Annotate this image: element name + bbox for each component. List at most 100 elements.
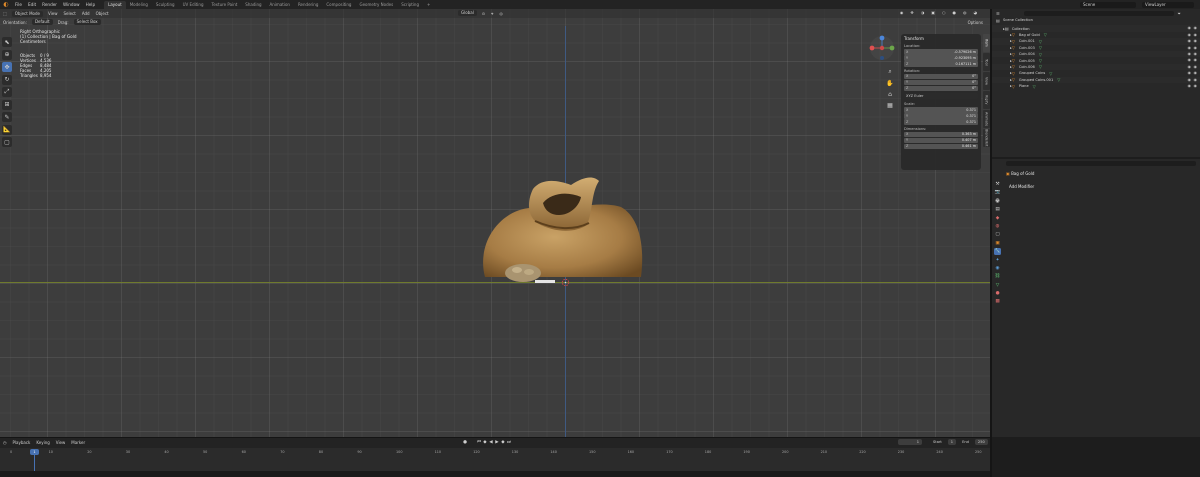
scale-tool-icon[interactable]: ⤢: [2, 87, 12, 97]
shading-material-icon[interactable]: ◍: [960, 10, 970, 15]
collection-properties-icon[interactable]: ▢: [994, 231, 1001, 238]
add-modifier-button[interactable]: Add Modifier: [1006, 183, 1192, 190]
tool-properties-icon[interactable]: ⚒: [994, 181, 1001, 188]
physics-properties-icon[interactable]: ◉: [994, 265, 1001, 272]
add-workspace-icon[interactable]: +: [423, 1, 434, 9]
sidebar-tab-view[interactable]: View: [983, 72, 990, 90]
camera-toggle-icon[interactable]: ◉: [1188, 77, 1192, 82]
annotate-tool-icon[interactable]: ✎: [2, 112, 12, 122]
tab-compositing[interactable]: Compositing: [322, 1, 355, 9]
shading-solid-icon[interactable]: ●: [950, 10, 960, 15]
rotation-mode-dropdown[interactable]: XYZ Euler: [904, 93, 978, 99]
end-frame-field[interactable]: 250: [974, 439, 988, 445]
scene-properties-icon[interactable]: ◆: [994, 215, 1001, 222]
tab-shading[interactable]: Shading: [241, 1, 265, 9]
menu-edit[interactable]: Edit: [25, 2, 39, 7]
modifier-properties-icon[interactable]: 🔧: [994, 248, 1001, 256]
tab-rendering[interactable]: Rendering: [294, 1, 322, 9]
cursor-tool-icon[interactable]: ⊕: [2, 49, 12, 60]
camera-toggle-icon[interactable]: ◉: [1188, 64, 1192, 69]
active-object-name[interactable]: ▣ Bag of Gold: [1006, 171, 1034, 176]
constraints-properties-icon[interactable]: ⛓: [994, 273, 1001, 280]
gizmo-icon[interactable]: ✥: [907, 10, 916, 15]
snap-icon[interactable]: ⌖: [488, 11, 496, 16]
visibility-icon[interactable]: ◉: [897, 10, 907, 15]
viewport-menu-select[interactable]: Select: [60, 11, 78, 16]
timeline-menu-playback[interactable]: Playback: [10, 440, 34, 445]
properties-search-input[interactable]: [1006, 160, 1196, 166]
tab-animation[interactable]: Animation: [266, 1, 294, 9]
visibility-eye-icon[interactable]: ◉: [1194, 32, 1198, 37]
camera-toggle-icon[interactable]: ◉: [1188, 83, 1192, 88]
visibility-eye-icon[interactable]: ◉: [1194, 83, 1198, 88]
camera-view-icon[interactable]: ⌂: [886, 90, 894, 98]
jump-end-icon[interactable]: ⏭: [506, 439, 512, 445]
options-button[interactable]: Options: [965, 20, 986, 25]
camera-toggle-icon[interactable]: ◉: [1188, 70, 1192, 75]
camera-toggle-icon[interactable]: ◉: [1188, 25, 1192, 30]
visibility-eye-icon[interactable]: ◉: [1194, 45, 1198, 50]
visibility-eye-icon[interactable]: ◉: [1194, 57, 1198, 62]
select-tool-icon[interactable]: ⬉: [2, 37, 12, 47]
xray-icon[interactable]: ▣: [928, 10, 938, 15]
zoom-icon[interactable]: ⌕: [886, 68, 894, 76]
sidebar-tab-blenderkit[interactable]: Blenderkit: [983, 129, 990, 147]
texture-properties-icon[interactable]: ▩: [994, 298, 1001, 305]
material-properties-icon[interactable]: ●: [994, 290, 1001, 297]
timeline-menu-keying[interactable]: Keying: [33, 440, 52, 445]
pan-hand-icon[interactable]: ✋: [886, 79, 894, 87]
location-x-field[interactable]: X -0.579026 m: [904, 49, 978, 55]
proportional-icon[interactable]: ◎: [496, 11, 506, 16]
timeline-menu-view[interactable]: View: [53, 440, 69, 445]
location-z-field[interactable]: Z 0.167111 m: [904, 61, 978, 67]
tab-geometry-nodes[interactable]: Geometry Nodes: [355, 1, 397, 9]
shading-wireframe-icon[interactable]: ○: [939, 10, 949, 15]
outliner-type-icon[interactable]: ☰: [996, 11, 1000, 16]
camera-toggle-icon[interactable]: ◉: [1188, 57, 1192, 62]
particles-properties-icon[interactable]: ✦: [994, 257, 1001, 264]
viewport-menu-object[interactable]: Object: [93, 11, 112, 16]
menu-file[interactable]: File: [12, 2, 25, 7]
location-y-field[interactable]: Y -0.923095 m: [904, 55, 978, 61]
camera-toggle-icon[interactable]: ◉: [1188, 51, 1192, 56]
outliner-search-input[interactable]: [1023, 10, 1174, 16]
start-frame-field[interactable]: 1: [947, 439, 957, 445]
add-cube-tool-icon[interactable]: ▢: [2, 137, 12, 147]
camera-toggle-icon[interactable]: ◉: [1188, 38, 1192, 43]
data-properties-icon[interactable]: ▽: [994, 282, 1001, 289]
visibility-eye-icon[interactable]: ◉: [1194, 77, 1198, 82]
panel-title[interactable]: Transform: [904, 36, 978, 42]
menu-window[interactable]: Window: [60, 2, 83, 7]
shading-rendered-icon[interactable]: ◕: [971, 10, 981, 15]
dimensions-x-field[interactable]: X 0.363 m: [904, 131, 978, 137]
transform-space-dropdown[interactable]: Global: [458, 10, 477, 16]
menu-help[interactable]: Help: [83, 2, 99, 7]
visibility-eye-icon[interactable]: ◉: [1194, 70, 1198, 75]
sidebar-tab-tool[interactable]: Tool: [983, 53, 990, 71]
tab-modeling[interactable]: Modeling: [126, 1, 152, 9]
object-properties-icon[interactable]: ▣: [994, 240, 1001, 247]
sidebar-tab-item[interactable]: Item: [983, 34, 990, 52]
camera-toggle-icon[interactable]: ◉: [1188, 32, 1192, 37]
rotation-x-field[interactable]: X 0°: [904, 73, 978, 79]
drag-dropdown[interactable]: Select Box: [73, 19, 101, 25]
view-layer-selector[interactable]: ViewLayer: [1142, 1, 1194, 8]
output-properties-icon[interactable]: 🖶: [994, 198, 1001, 205]
rotation-y-field[interactable]: Y 0°: [904, 79, 978, 85]
outliner-row[interactable]: ▸ ▽ Plane ▽ ◉ ◉: [992, 83, 1200, 89]
transform-tool-icon[interactable]: ⊞: [2, 99, 12, 110]
dimensions-y-field[interactable]: Y 0.407 m: [904, 137, 978, 143]
tab-sculpting[interactable]: Sculpting: [152, 1, 179, 9]
scale-z-field[interactable]: Z 0.371: [904, 119, 978, 125]
sidebar-tab-rigify[interactable]: Rigify: [983, 91, 990, 109]
menu-render[interactable]: Render: [39, 2, 60, 7]
visibility-eye-icon[interactable]: ◉: [1194, 51, 1198, 56]
3d-viewport[interactable]: ⬚ Object Mode View Select Add Object Global…: [0, 9, 990, 437]
world-properties-icon[interactable]: ◍: [994, 223, 1001, 230]
navigation-gizmo[interactable]: [868, 34, 896, 62]
record-icon[interactable]: ●: [462, 440, 468, 445]
dimensions-z-field[interactable]: Z 0.461 m: [904, 143, 978, 149]
sidebar-tab-animate[interactable]: Animate: [983, 110, 990, 128]
timeline-type-icon[interactable]: ◷: [0, 440, 10, 445]
viewport-menu-add[interactable]: Add: [79, 11, 93, 16]
